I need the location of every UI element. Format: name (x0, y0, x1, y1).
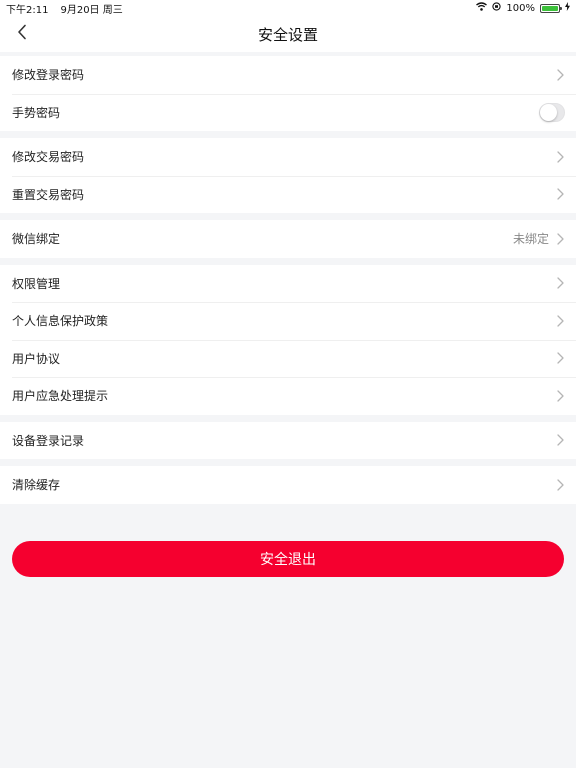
back-button[interactable] (8, 20, 36, 48)
toggle-knob (540, 103, 557, 121)
settings-group: 清除缓存 (0, 466, 576, 504)
settings-row-label: 修改交易密码 (12, 150, 85, 165)
settings-row-label: 手势密码 (12, 105, 61, 120)
settings-row-trailing (555, 479, 565, 491)
chevron-left-icon (17, 24, 27, 44)
settings-row-trailing (555, 352, 565, 364)
settings-row[interactable]: 微信绑定 未绑定 (0, 220, 576, 258)
settings-row[interactable]: 用户协议 (0, 339, 576, 378)
settings-list: 修改登录密码 手势密码 修改交易密码 重置交易密码 微信绑定 未绑定 权限管理 个人信息保护政… (0, 52, 576, 504)
settings-row[interactable]: 清除缓存 (0, 466, 576, 504)
battery-percent: 100% (506, 2, 535, 14)
status-bar: 下午2:11 9月20日 周三 100% (0, 0, 576, 16)
chevron-right-icon (555, 233, 565, 245)
status-right: 100% (476, 2, 570, 14)
settings-row-label: 设备登录记录 (12, 433, 85, 448)
chevron-right-icon (555, 390, 565, 402)
settings-row-trailing (555, 434, 565, 446)
settings-row-trailing (555, 69, 565, 81)
status-time: 下午2:11 (6, 4, 49, 16)
settings-group: 修改登录密码 手势密码 (0, 56, 576, 131)
status-left: 下午2:11 9月20日 周三 (6, 1, 123, 16)
settings-row[interactable]: 修改交易密码 (0, 138, 576, 176)
battery-fill (542, 5, 558, 11)
settings-row-value: 未绑定 (512, 232, 549, 247)
status-date: 9月20日 周三 (60, 4, 123, 16)
settings-row[interactable]: 设备登录记录 (0, 422, 576, 460)
chevron-right-icon (555, 315, 565, 327)
chevron-right-icon (555, 69, 565, 81)
chevron-right-icon (555, 277, 565, 289)
chevron-right-icon (555, 151, 565, 163)
settings-row-trailing (555, 390, 565, 402)
settings-row-trailing (555, 277, 565, 289)
settings-row-trailing (555, 151, 565, 163)
orientation-lock-icon (492, 2, 502, 14)
settings-group: 设备登录记录 (0, 421, 576, 460)
settings-group: 权限管理个人信息保护政策 用户协议用户应急处理提示 (0, 264, 576, 415)
settings-row-trailing (555, 315, 565, 327)
battery-icon (540, 3, 562, 13)
settings-row-label: 用户协议 (12, 351, 61, 366)
settings-row-label: 权限管理 (12, 276, 61, 291)
settings-row-label: 微信绑定 (12, 232, 61, 247)
chevron-right-icon (555, 479, 565, 491)
chevron-right-icon (555, 188, 565, 200)
chevron-right-icon (555, 352, 565, 364)
settings-row[interactable]: 修改登录密码 (0, 56, 576, 94)
logout-button[interactable]: 安全退出 (12, 541, 564, 577)
settings-group: 微信绑定 未绑定 (0, 220, 576, 258)
settings-row-trailing (539, 102, 565, 122)
settings-row-label: 清除缓存 (12, 478, 61, 493)
settings-row-label: 用户应急处理提示 (12, 389, 109, 404)
gesture-password-toggle[interactable] (539, 102, 565, 122)
settings-row-trailing: 未绑定 (513, 230, 565, 247)
settings-row-label: 重置交易密码 (12, 187, 85, 202)
settings-row-toggle: 手势密码 (0, 93, 576, 132)
settings-row[interactable]: 权限管理 (0, 265, 576, 303)
settings-row[interactable]: 个人信息保护政策 (0, 302, 576, 340)
settings-row-label: 修改登录密码 (12, 68, 85, 83)
nav-bar: 安全设置 (0, 16, 576, 52)
chevron-right-icon (555, 434, 565, 446)
settings-row-label: 个人信息保护政策 (12, 314, 109, 329)
wifi-icon (476, 2, 488, 14)
settings-group: 修改交易密码 重置交易密码 (0, 138, 576, 213)
page-title: 安全设置 (257, 25, 318, 44)
settings-row[interactable]: 重置交易密码 (0, 175, 576, 214)
settings-row-trailing (555, 188, 565, 200)
charging-icon (565, 2, 570, 14)
settings-row[interactable]: 用户应急处理提示 (0, 377, 576, 415)
